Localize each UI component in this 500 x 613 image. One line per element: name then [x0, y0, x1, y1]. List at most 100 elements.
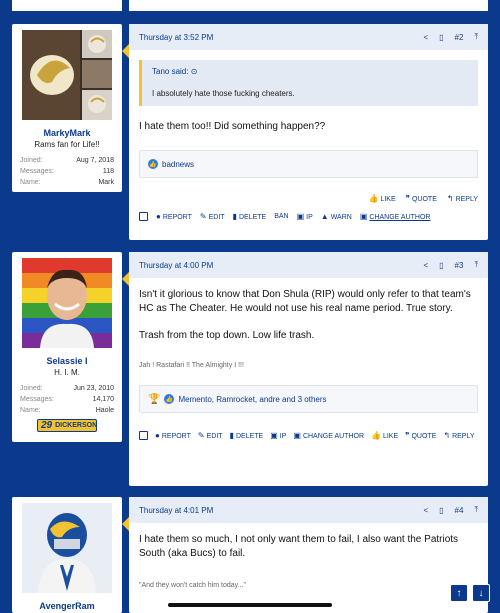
stat-value: Jun 23, 2010: [73, 385, 114, 392]
edit-button[interactable]: ✎ EDIT: [198, 431, 223, 440]
ip-button[interactable]: ▣ IP: [270, 431, 286, 440]
change-author-button[interactable]: ▣ CHANGE AUTHOR: [360, 212, 431, 221]
like-button[interactable]: 👍 LIKE: [371, 431, 398, 440]
select-checkbox[interactable]: [139, 212, 148, 221]
post-text: I hate them too!! Did something happen??: [139, 121, 326, 132]
alert-icon: ●: [156, 212, 161, 221]
post-number[interactable]: #4: [455, 506, 464, 515]
id-card-icon: ▣: [296, 212, 305, 221]
pin-icon[interactable]: ⤒: [474, 32, 478, 42]
bookmark-icon[interactable]: ▯: [439, 33, 443, 42]
message-header: Thursday at 3:52 PM < ▯ #2 ⤒: [129, 24, 488, 50]
badge-number: 29: [41, 420, 53, 431]
user-card: Selassie I H. I. M. Joined: Jun 23, 2010 …: [12, 252, 122, 442]
quote-author[interactable]: Tano said:: [152, 67, 188, 76]
stat-label: Messages:: [20, 396, 54, 403]
edit-button[interactable]: ✎ EDIT: [200, 212, 225, 221]
quote-icon: ❞: [405, 194, 410, 203]
quote-button[interactable]: ❞ QUOTE: [405, 431, 436, 440]
user-stats: Joined: Jun 23, 2010 Messages: 14,170 Name…: [20, 383, 114, 416]
badge-name: DICKERSON: [55, 422, 98, 429]
pin-icon[interactable]: ⤒: [474, 505, 478, 515]
post-date[interactable]: Thursday at 4:00 PM: [139, 261, 423, 270]
delete-button[interactable]: ▮ DELETE: [233, 212, 267, 221]
warning-icon: ▲: [320, 212, 329, 221]
pencil-icon: ✎: [197, 431, 205, 440]
post-number[interactable]: #3: [455, 261, 464, 270]
stat-value: 118: [102, 168, 114, 175]
stat-value: Aug 7, 2018: [76, 157, 114, 164]
avatar[interactable]: [22, 503, 112, 593]
change-author-button[interactable]: ▣ CHANGE AUTHOR: [293, 431, 364, 440]
message-card: Thursday at 4:01 PM < ▯ #4 ⤒ I hate them…: [122, 497, 488, 613]
stat-label: Name:: [20, 179, 41, 186]
username[interactable]: MarkyMark: [20, 128, 114, 138]
pin-icon[interactable]: ⤒: [474, 260, 478, 270]
message-header: Thursday at 4:00 PM < ▯ #3 ⤒: [129, 252, 488, 278]
like-button[interactable]: 👍 LIKE: [369, 194, 396, 203]
stat-label: Joined:: [20, 385, 43, 392]
right-actions: 👍 LIKE ❞ QUOTE ↰ REPLY: [129, 194, 488, 203]
thumb-icon: 👍: [368, 194, 379, 203]
trash-icon: ▮: [232, 212, 237, 221]
trash-icon: ▮: [229, 431, 234, 440]
username[interactable]: Selassie I: [20, 356, 114, 366]
stat-label: Messages:: [20, 168, 54, 175]
share-icon[interactable]: <: [423, 506, 428, 515]
select-checkbox[interactable]: [139, 431, 148, 440]
message-body: Tano said: ⊙ I absolutely hate those fuc…: [129, 50, 488, 144]
post-number[interactable]: #2: [455, 33, 464, 42]
stat-label: Joined:: [20, 157, 43, 164]
user-card-icon: ▣: [293, 431, 301, 440]
user-card: AvengerRam: [12, 497, 122, 613]
previous-post-user-stub: [12, 0, 122, 11]
arrow-up-circle-icon[interactable]: ⊙: [191, 67, 198, 76]
post-date[interactable]: Thursday at 3:52 PM: [139, 33, 423, 42]
bookmark-icon[interactable]: ▯: [439, 261, 443, 270]
reactions-bar[interactable]: 👍 badnews: [139, 150, 478, 178]
ip-button[interactable]: ▣ IP: [297, 212, 313, 221]
message-pointer: [122, 272, 129, 286]
message-header: Thursday at 4:01 PM < ▯ #4 ⤒: [129, 497, 488, 523]
post-4: AvengerRam Thursday at 4:01 PM < ▯ #4 ⤒ …: [12, 497, 488, 613]
report-button[interactable]: ● REPORT: [155, 431, 191, 440]
user-title: H. I. M.: [54, 368, 80, 377]
username[interactable]: AvengerRam: [20, 601, 114, 611]
reply-icon: ↰: [446, 194, 454, 203]
home-indicator: [168, 603, 332, 607]
stat-value: 14,170: [92, 396, 114, 403]
thumb-icon: 👍: [371, 431, 381, 440]
quote-text: I absolutely hate those fucking cheaters…: [152, 89, 295, 98]
message-card: Thursday at 3:52 PM < ▯ #2 ⤒ Tano said: …: [122, 24, 488, 240]
ban-button[interactable]: BAN: [274, 213, 288, 220]
message-pointer: [122, 517, 129, 531]
user-title: Rams fan for Life!!: [34, 140, 100, 149]
post-3: Selassie I H. I. M. Joined: Jun 23, 2010 …: [12, 252, 488, 486]
bookmark-icon[interactable]: ▯: [439, 506, 443, 515]
share-icon[interactable]: <: [423, 261, 428, 270]
reactions-text[interactable]: Memento, Ramrocket, andre and 3 others: [178, 395, 326, 404]
avatar[interactable]: [22, 258, 112, 348]
warn-button[interactable]: ▲ WARN: [321, 212, 352, 221]
stat-label: Name:: [20, 407, 41, 414]
reactions-text[interactable]: badnews: [162, 160, 194, 169]
user-card-icon: ▣: [359, 212, 368, 221]
quote-button[interactable]: ❞ QUOTE: [406, 194, 437, 203]
avatar[interactable]: [22, 30, 112, 120]
user-card: MarkyMark Rams fan for Life!! Joined: Aug…: [12, 24, 122, 192]
post-text-2: Trash from the top down. Low life trash.: [139, 330, 315, 341]
report-button[interactable]: ● REPORT: [156, 212, 192, 221]
stat-value: Haole: [95, 407, 114, 414]
reply-button[interactable]: ↰ REPLY: [447, 194, 478, 203]
reactions-bar[interactable]: 🏆 👍 Memento, Ramrocket, andre and 3 othe…: [139, 385, 478, 413]
post-date[interactable]: Thursday at 4:01 PM: [139, 506, 423, 515]
user-stats: Joined: Aug 7, 2018 Messages: 118 Name: Mar…: [20, 155, 114, 188]
reply-button[interactable]: ↰ REPLY: [443, 431, 474, 440]
moderation-bar: ● REPORT ✎ EDIT ▮ DELETE BAN ▣ IP ▲ WARN ▣ CHA…: [129, 212, 488, 221]
delete-button[interactable]: ▮ DELETE: [230, 431, 264, 440]
scroll-top-button[interactable]: ↑: [450, 584, 468, 602]
signature: Jah ! Rastafari !! The Almighty I !!!: [139, 362, 244, 369]
share-icon[interactable]: <: [423, 33, 428, 42]
action-bar: ● REPORT ✎ EDIT ▮ DELETE ▣ IP ▣ CHANGE AUTHOR…: [129, 431, 488, 440]
scroll-bottom-button[interactable]: ↓: [472, 584, 490, 602]
